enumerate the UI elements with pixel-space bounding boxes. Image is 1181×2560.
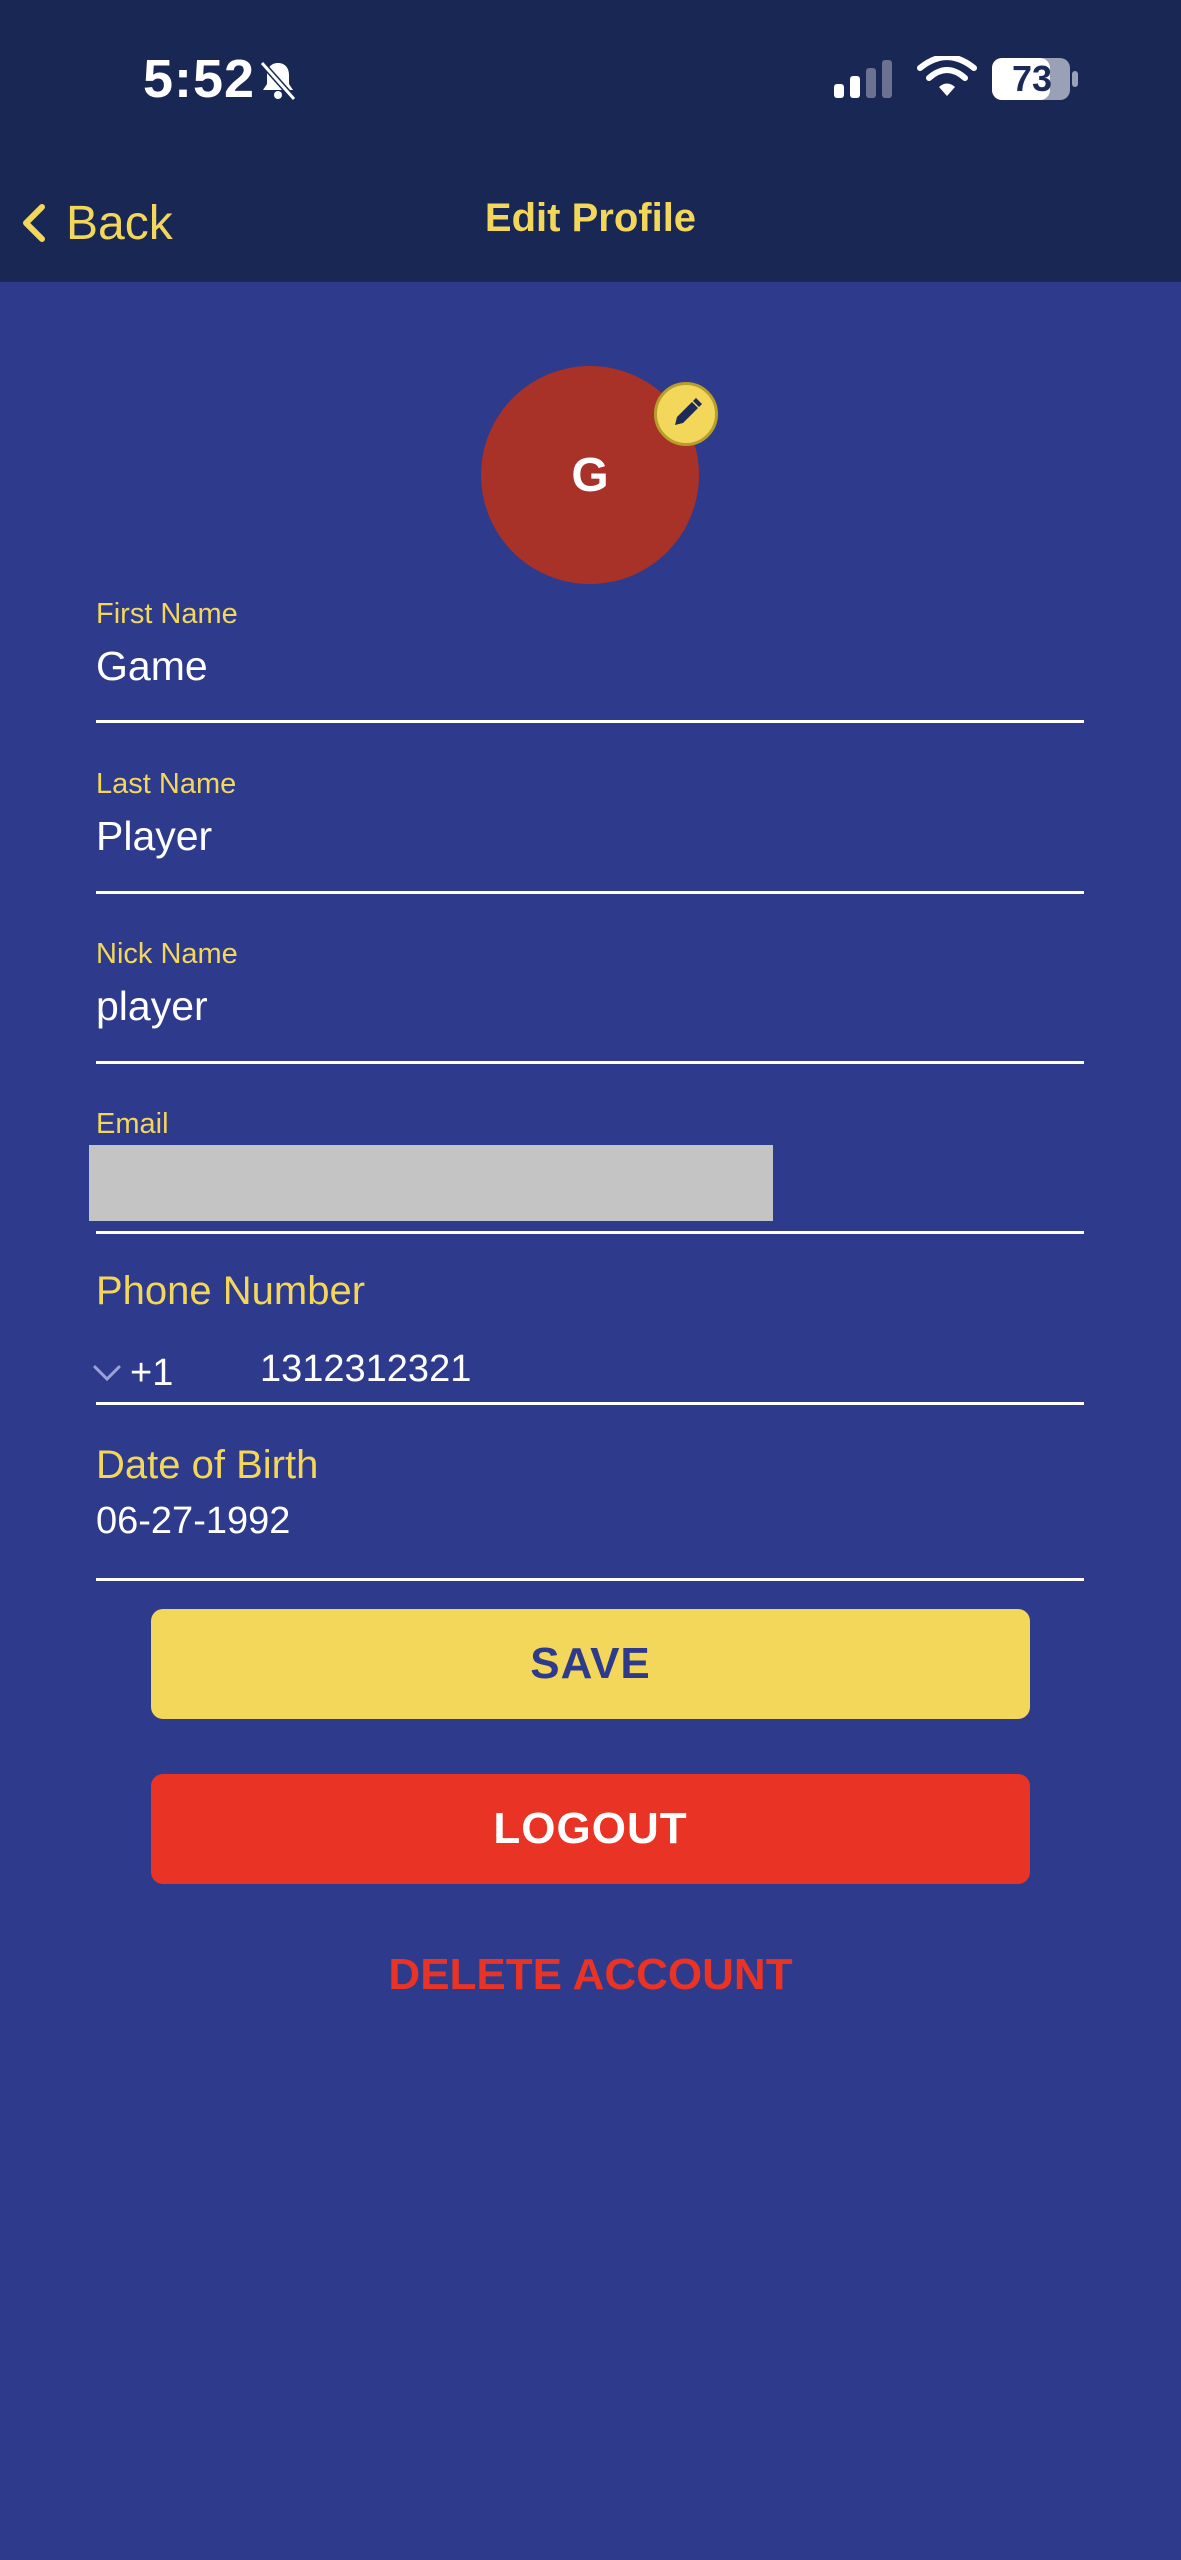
nick-name-label: Nick Name <box>96 938 238 970</box>
email-label: Email <box>96 1108 169 1140</box>
avatar-edit-button[interactable] <box>654 382 718 446</box>
phone-input[interactable]: 1312312321 <box>260 1348 471 1391</box>
last-name-underline <box>96 891 1084 894</box>
chevron-down-icon <box>93 1365 121 1382</box>
last-name-label: Last Name <box>96 768 237 800</box>
avatar-initial: G <box>571 448 609 502</box>
country-code: +1 <box>130 1351 174 1394</box>
country-code-select[interactable]: +1 <box>92 1348 173 1398</box>
wifi-icon <box>917 56 977 96</box>
first-name-input[interactable]: Game <box>96 643 208 690</box>
first-name-label: First Name <box>96 598 238 630</box>
phone-label: Phone Number <box>96 1269 366 1313</box>
first-name-underline <box>96 720 1084 723</box>
dob-label: Date of Birth <box>96 1443 319 1487</box>
save-button[interactable]: SAVE <box>151 1609 1030 1719</box>
delete-account-button[interactable]: DELETE ACCOUNT <box>0 1950 1181 2000</box>
signal-icon <box>834 60 892 98</box>
page-title: Edit Profile <box>484 196 697 240</box>
pencil-icon <box>675 398 702 425</box>
nick-name-underline <box>96 1061 1084 1064</box>
dob-underline <box>96 1578 1084 1581</box>
phone-underline <box>96 1402 1084 1405</box>
nick-name-input[interactable]: player <box>96 983 208 1030</box>
status-time: 5:52 <box>143 49 256 109</box>
top-bar: 5:52 73 Back Edit Profile <box>0 0 1181 282</box>
dob-input[interactable]: 06-27-1992 <box>96 1500 290 1543</box>
email-input-redacted[interactable] <box>89 1145 773 1221</box>
email-underline <box>96 1231 1084 1234</box>
logout-button[interactable]: LOGOUT <box>151 1774 1030 1884</box>
last-name-input[interactable]: Player <box>96 813 212 860</box>
bell-slash-icon <box>259 61 297 101</box>
battery-level: 73 <box>1011 58 1053 99</box>
